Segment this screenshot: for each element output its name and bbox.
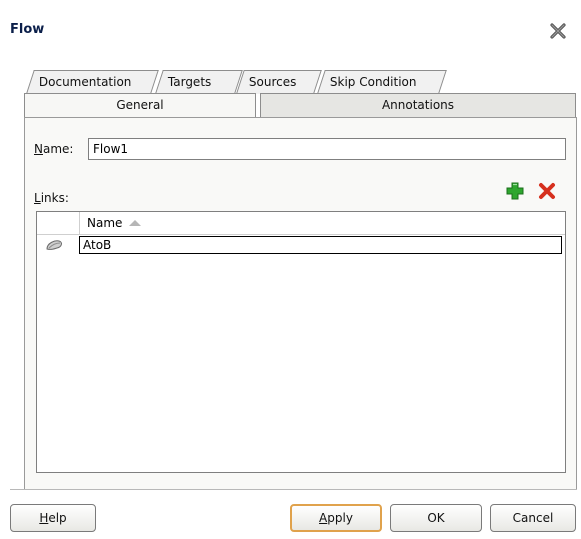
close-icon[interactable] — [549, 22, 567, 40]
tab-sources-label: Sources — [248, 75, 297, 89]
cancel-button[interactable]: Cancel — [490, 504, 576, 532]
name-column-header[interactable]: Name — [87, 216, 122, 230]
tab-targets[interactable]: Targets — [155, 70, 243, 94]
link-name-cell[interactable]: AtoB — [79, 236, 562, 254]
tab-skip-condition[interactable]: Skip Condition — [317, 70, 447, 94]
tab-skip-condition-label: Skip Condition — [329, 75, 417, 89]
links-table: Name AtoB — [36, 211, 566, 473]
apply-button[interactable]: Apply — [290, 504, 382, 532]
tab-sources[interactable]: Sources — [236, 70, 322, 94]
help-button[interactable]: Help — [10, 504, 96, 532]
tab-general-label: General — [116, 98, 164, 112]
flow-dialog: Flow Documentation Targets Sources Skip … — [0, 0, 581, 539]
link-icon — [46, 240, 62, 250]
icon-column-header[interactable] — [37, 212, 80, 234]
name-label: Name: — [34, 142, 74, 156]
add-icon[interactable] — [506, 182, 524, 200]
dialog-title: Flow — [10, 22, 45, 37]
ok-button[interactable]: OK — [390, 504, 482, 532]
table-row[interactable]: AtoB — [37, 234, 565, 256]
links-table-header: Name — [37, 212, 565, 235]
tab-targets-label: Targets — [167, 75, 212, 89]
sort-ascending-icon — [129, 220, 141, 226]
tab-documentation[interactable]: Documentation — [26, 70, 159, 94]
links-label: Links: — [34, 191, 69, 205]
delete-icon[interactable] — [538, 182, 556, 200]
footer-divider — [10, 489, 577, 490]
name-input[interactable] — [88, 138, 566, 160]
tab-documentation-label: Documentation — [38, 75, 132, 89]
tab-annotations-label: Annotations — [381, 98, 455, 112]
tab-general[interactable]: General — [24, 93, 256, 117]
tab-annotations[interactable]: Annotations — [260, 93, 576, 117]
